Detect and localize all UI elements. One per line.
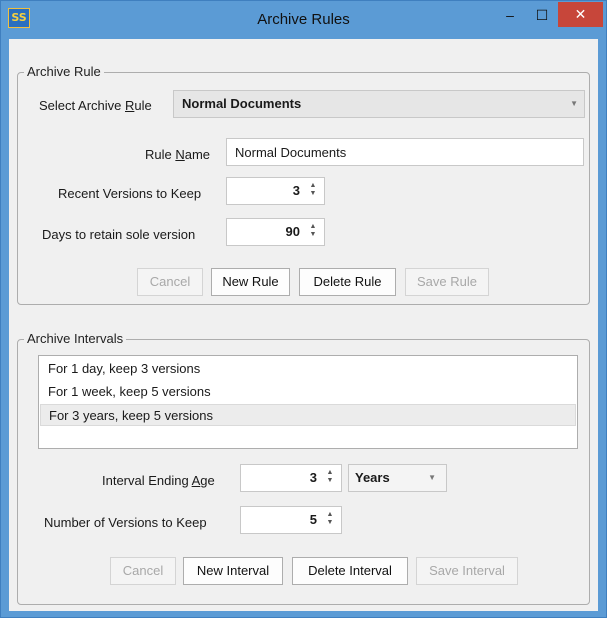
num-versions-stepper[interactable]: 5 ▲ ▼ (240, 506, 342, 534)
interval-unit-dropdown[interactable]: Years ▼ (348, 464, 447, 492)
spin-arrows-icon[interactable]: ▲ ▼ (325, 511, 335, 529)
dialog-client-area: Archive Rule Select Archive Rule Normal … (9, 39, 598, 611)
delete-rule-button[interactable]: Delete Rule (299, 268, 396, 296)
interval-age-label: Interval Ending Age (102, 473, 215, 488)
num-versions-value: 5 (309, 512, 317, 527)
spin-arrows-icon[interactable]: ▲ ▼ (325, 469, 335, 487)
save-interval-button[interactable]: Save Interval (416, 557, 518, 585)
new-rule-button[interactable]: New Rule (211, 268, 290, 296)
archive-intervals-group: Archive Intervals For 1 day, keep 3 vers… (17, 331, 590, 605)
archive-intervals-group-label: Archive Intervals (24, 331, 127, 346)
chevron-down-icon: ▼ (428, 473, 436, 482)
new-interval-button[interactable]: New Interval (183, 557, 283, 585)
recent-versions-stepper[interactable]: 3 ▲ ▼ (226, 177, 325, 205)
num-versions-label: Number of Versions to Keep (44, 515, 207, 530)
select-archive-rule-label: Select Archive Rule (39, 98, 152, 113)
interval-age-stepper[interactable]: 3 ▲ ▼ (240, 464, 342, 492)
maximize-button[interactable]: ☐ (527, 1, 557, 31)
list-item[interactable]: For 1 week, keep 5 versions (40, 381, 576, 403)
rule-name-label: Rule Name (145, 147, 211, 162)
spin-arrows-icon[interactable]: ▲ ▼ (308, 182, 318, 200)
recent-versions-value: 3 (292, 183, 300, 198)
recent-versions-label: Recent Versions to Keep (58, 186, 202, 201)
days-retain-stepper[interactable]: 90 ▲ ▼ (226, 218, 325, 246)
days-retain-label: Days to retain sole version (42, 227, 196, 242)
interval-cancel-button[interactable]: Cancel (110, 557, 176, 585)
interval-unit-value: Years (355, 470, 390, 485)
minimize-button[interactable]: – (495, 1, 525, 31)
selected-rule-value: Normal Documents (182, 96, 302, 111)
rule-name-input[interactable] (226, 138, 584, 166)
delete-interval-button[interactable]: Delete Interval (292, 557, 408, 585)
list-item[interactable]: For 1 day, keep 3 versions (40, 358, 576, 380)
days-retain-value: 90 (285, 224, 300, 239)
archive-rule-group: Archive Rule Select Archive Rule Normal … (17, 64, 590, 305)
title-bar[interactable]: SS Archive Rules – ☐ ✕ (1, 1, 606, 39)
save-rule-button[interactable]: Save Rule (405, 268, 489, 296)
spin-arrows-icon[interactable]: ▲ ▼ (308, 223, 318, 241)
archive-rule-group-label: Archive Rule (24, 64, 104, 79)
archive-rules-window: SS Archive Rules – ☐ ✕ Archive Rule Sele… (0, 0, 607, 618)
interval-age-value: 3 (309, 470, 317, 485)
rule-cancel-button[interactable]: Cancel (137, 268, 203, 296)
chevron-down-icon: ▼ (570, 99, 578, 108)
archive-intervals-list[interactable]: For 1 day, keep 3 versions For 1 week, k… (38, 355, 578, 449)
close-button[interactable]: ✕ (558, 2, 603, 27)
select-archive-rule-dropdown[interactable]: Normal Documents ▼ (173, 90, 585, 118)
list-item-selected[interactable]: For 3 years, keep 5 versions (40, 404, 576, 426)
